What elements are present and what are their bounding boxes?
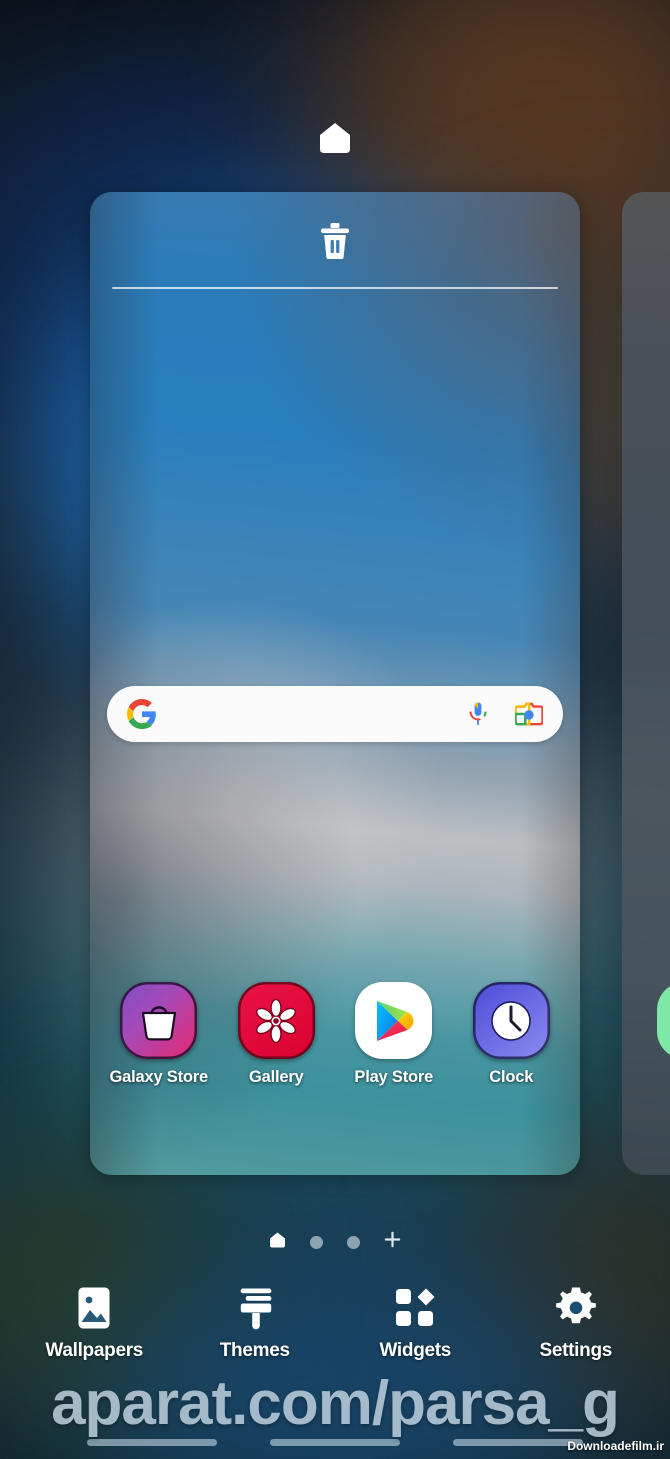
gear-icon — [555, 1282, 597, 1334]
app-label: Galaxy Store — [109, 1068, 209, 1086]
app-label: Gallery — [248, 1068, 304, 1086]
page-indicator-row — [0, 1228, 670, 1256]
home-page-indicator[interactable] — [269, 1232, 286, 1253]
gallery-icon — [237, 982, 315, 1059]
toolbar-label: Settings — [539, 1340, 613, 1361]
microphone-icon[interactable] — [467, 701, 489, 727]
google-g-icon — [127, 699, 157, 729]
toolbar-label: Wallpapers — [45, 1340, 144, 1361]
wallpaper-icon — [77, 1282, 111, 1334]
aparat-watermark: aparat.com/parsa_g — [51, 1369, 620, 1438]
add-page-button[interactable] — [384, 1231, 401, 1253]
galaxy-store-icon — [120, 982, 198, 1059]
home-screen-preview-card[interactable]: Galaxy Store Gallery Play Store Clock — [90, 192, 580, 1175]
app-item-galaxy-store[interactable]: Galaxy Store — [104, 982, 214, 1087]
home-icon — [320, 123, 350, 153]
home-pill[interactable] — [269, 1438, 400, 1446]
widgets-icon — [395, 1282, 435, 1334]
recents-pill[interactable] — [86, 1438, 217, 1446]
toolbar-item-settings[interactable]: Settings — [501, 1282, 651, 1362]
play-store-icon — [355, 982, 433, 1059]
camera-lens-icon[interactable] — [515, 701, 543, 727]
toolbar-label: Themes — [219, 1340, 290, 1361]
clock-icon — [472, 982, 550, 1059]
toolbar-item-wallpapers[interactable]: Wallpapers — [19, 1282, 169, 1362]
page-3-indicator[interactable] — [347, 1235, 360, 1249]
trash-icon — [321, 223, 349, 259]
google-search-widget[interactable] — [107, 686, 563, 742]
page-2-indicator[interactable] — [310, 1235, 323, 1249]
app-item-clock[interactable]: Clock — [456, 982, 566, 1087]
app-icon-row: Galaxy Store Gallery Play Store Clock — [90, 982, 580, 1107]
toolbar-label: Widgets — [379, 1340, 452, 1361]
back-pill[interactable] — [453, 1438, 584, 1446]
toolbar-item-themes[interactable]: Themes — [180, 1282, 330, 1362]
downloadefilm-watermark: Downloadefilm.ir — [567, 1439, 664, 1453]
app-item-google-folder[interactable]: Go — [640, 982, 670, 1087]
next-home-screen-preview-card[interactable]: Go — [622, 192, 670, 1175]
remove-page-dropzone[interactable] — [90, 192, 580, 290]
app-item-gallery[interactable]: Gallery — [221, 982, 331, 1087]
paintbrush-icon — [237, 1282, 273, 1334]
app-item-play-store[interactable]: Play Store — [339, 982, 449, 1087]
card-divider — [112, 287, 558, 289]
google-folder-icon — [656, 982, 670, 1059]
app-label: Play Store — [354, 1068, 434, 1086]
home-screen-marker[interactable] — [0, 122, 670, 154]
app-label: Clock — [489, 1068, 534, 1086]
toolbar-item-widgets[interactable]: Widgets — [340, 1282, 490, 1362]
